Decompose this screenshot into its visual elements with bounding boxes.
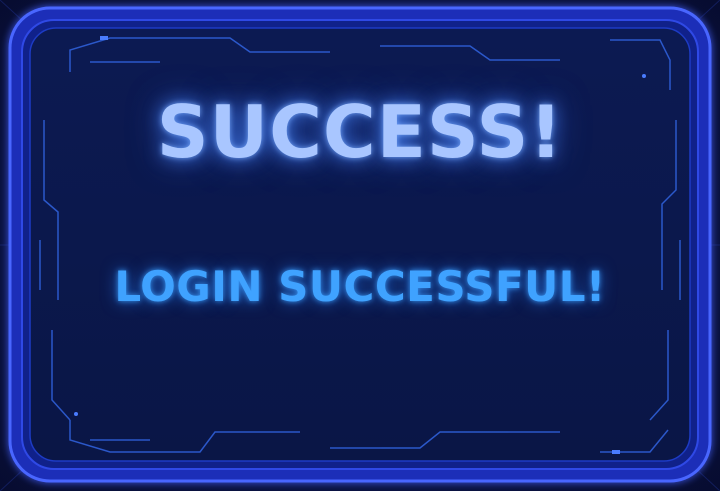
dialog-message: LOGIN SUCCESSFUL!: [114, 262, 606, 311]
success-dialog-stage: SUCCESS! LOGIN SUCCESSFUL!: [0, 0, 720, 491]
dialog-title: SUCCESS!: [156, 90, 564, 174]
circuit-frame-icon: [0, 0, 720, 491]
